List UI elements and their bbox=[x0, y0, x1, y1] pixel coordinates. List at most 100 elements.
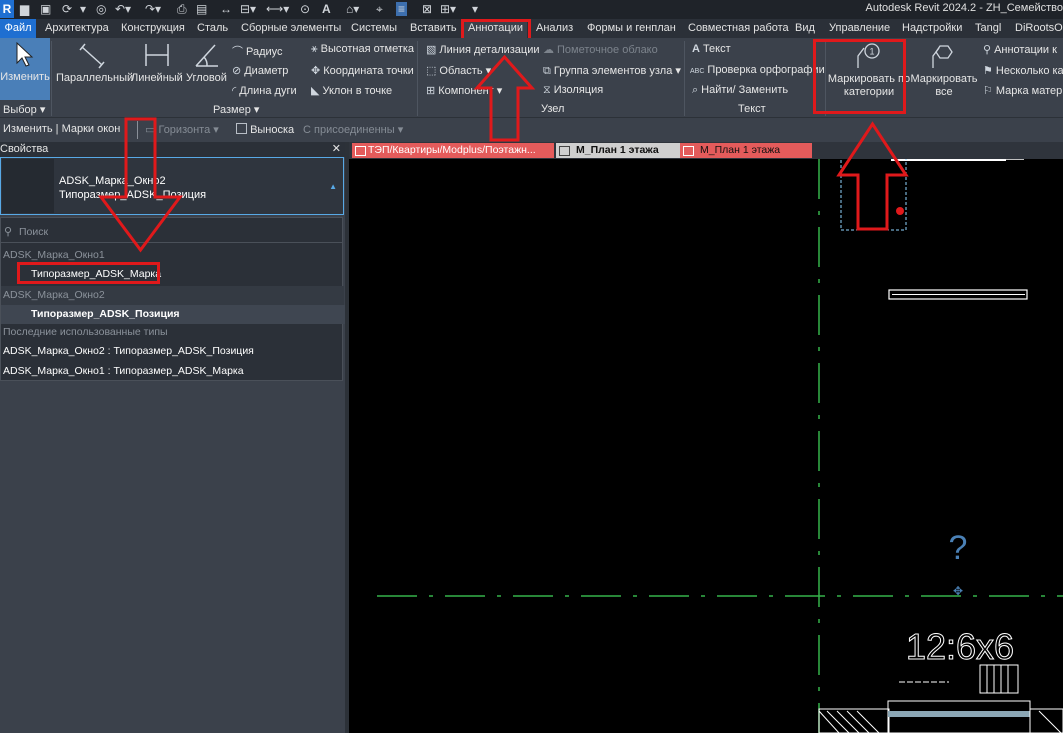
orientation-select[interactable]: ▭ Горизонта ▾ bbox=[145, 123, 219, 136]
panel-separator bbox=[51, 41, 52, 116]
revit-logo-icon[interactable]: R bbox=[0, 0, 14, 18]
save-icon[interactable]: ▣ bbox=[40, 2, 51, 16]
cursor-arrow-icon bbox=[16, 41, 34, 67]
navigation-icon[interactable]: ⌖ bbox=[376, 2, 383, 17]
spot-elevation-button[interactable]: ⚹ Высотная отметка bbox=[311, 43, 414, 56]
tab-view[interactable]: Вид bbox=[795, 19, 815, 38]
type-dropdown: ⚲ Поиск ADSK_Марка_Окно1 Типоразмер_ADSK… bbox=[0, 217, 372, 381]
arc-length-icon: ◜ bbox=[232, 85, 237, 97]
annotation-tag-icon: ⚲ bbox=[983, 44, 992, 56]
spot-coordinate-button[interactable]: ✥ Координата точки bbox=[311, 64, 414, 77]
tape-icon[interactable]: ↔ bbox=[220, 2, 232, 16]
drawing-canvas[interactable]: ? ✥ 12:6x6 bbox=[349, 159, 1063, 733]
tag-all-button[interactable]: Маркировать все bbox=[908, 73, 980, 99]
search-icon: ⚲ bbox=[4, 226, 13, 238]
tab-diroots[interactable]: DiRootsOne bbox=[1015, 19, 1063, 38]
linear-dimension-icon bbox=[145, 44, 169, 66]
detail-line-icon: ▧ bbox=[426, 44, 437, 56]
view-tab[interactable]: М_План 1 этажа bbox=[680, 143, 812, 158]
find-replace-button[interactable]: ⌕ Найти/ Заменить bbox=[692, 84, 788, 97]
home-icon[interactable]: ⌂▾ bbox=[346, 2, 359, 16]
aligned-dimension-icon bbox=[79, 43, 105, 69]
tab-addins[interactable]: Надстройки bbox=[902, 19, 962, 38]
linear-dimension-button[interactable]: Линейный bbox=[131, 72, 183, 84]
customize-quick-access-icon[interactable]: ▾ bbox=[472, 2, 478, 16]
detail-panel-label[interactable]: Узел bbox=[541, 103, 564, 115]
sync-now-icon[interactable]: ◎ bbox=[96, 2, 106, 16]
arc-length-button[interactable]: ◜ Длина дуги bbox=[232, 84, 297, 97]
leader-checkbox[interactable]: Выноска bbox=[236, 123, 294, 136]
properties-title-bar: Свойства ✕ bbox=[0, 142, 345, 157]
measure-icon[interactable]: ▤ bbox=[196, 2, 207, 16]
sync-dropdown-icon[interactable]: ▾ bbox=[80, 2, 86, 16]
aligned-dimension-button[interactable]: Параллельный bbox=[56, 72, 133, 84]
type-preview-image bbox=[2, 159, 54, 213]
print-icon[interactable]: ⎙ bbox=[177, 2, 187, 17]
chevron-up-icon[interactable]: ▲ bbox=[329, 182, 337, 191]
component-icon: ⊞ bbox=[426, 85, 436, 97]
align-icon[interactable]: ⊟▾ bbox=[240, 2, 256, 16]
tab-structure[interactable]: Конструкция bbox=[121, 19, 185, 38]
detail-group-button[interactable]: ⧉ Группа элементов узла ▾ bbox=[543, 64, 681, 78]
angular-dimension-button[interactable]: Угловой bbox=[186, 72, 227, 84]
redo-icon[interactable]: ↷▾ bbox=[145, 2, 161, 16]
orientation-icon: ▭ bbox=[145, 124, 156, 136]
sync-icon[interactable]: ⟳ bbox=[62, 2, 72, 16]
insulation-button[interactable]: ⧖ Изоляция bbox=[543, 84, 603, 97]
text-button[interactable]: A Текст bbox=[692, 43, 731, 55]
tab-architecture[interactable]: Архитектура bbox=[45, 19, 109, 38]
window-dimension-tag: 12:6x6 bbox=[906, 626, 1014, 667]
multi-category-tag-button[interactable]: ⚑ Несколько ка bbox=[983, 64, 1063, 77]
undo-icon[interactable]: ↶▾ bbox=[115, 2, 131, 16]
tab-collaborate[interactable]: Совместная работа bbox=[688, 19, 789, 38]
text-panel-label[interactable]: Текст bbox=[738, 103, 766, 115]
modify-button[interactable]: Изменить bbox=[0, 38, 50, 100]
annotations-button[interactable]: ⚲ Аннотации к bbox=[983, 43, 1057, 56]
type-selector[interactable]: ADSK_Марка_Окно2 Типоразмер_ADSK_Позиция… bbox=[0, 157, 344, 215]
close-icon[interactable]: ✕ bbox=[332, 142, 341, 157]
recent-type-option[interactable]: ADSK_Марка_Окно2 : Типоразмер_ADSK_Позиц… bbox=[1, 342, 344, 361]
view-tab[interactable]: ТЭП/Квартиры/Modplus/Поэтажн... bbox=[352, 143, 554, 158]
tab-precast[interactable]: Сборные элементы bbox=[241, 19, 341, 38]
recent-type-option[interactable]: ADSK_Марка_Окно1 : Типоразмер_ADSK_Марка bbox=[1, 362, 344, 381]
material-tag-button[interactable]: ⚐ Марка матери bbox=[983, 84, 1063, 97]
wall-hatch bbox=[818, 708, 890, 733]
tab-manage[interactable]: Управление bbox=[829, 19, 890, 38]
text-icon[interactable]: A bbox=[322, 2, 331, 16]
title-bar: R ▆ ▣ ⟳ ▾ ◎ ↶▾ ↷▾ ⎙ ▤ ↔ ⊟▾ ⟷▾ ⊙ A ⌂▾ ⌖ ≡… bbox=[0, 0, 1063, 19]
diameter-dimension-button[interactable]: ⊘ Диаметр bbox=[232, 64, 288, 77]
spot-slope-button[interactable]: ◣ Уклон в точке bbox=[311, 84, 392, 97]
tab-massing-site[interactable]: Формы и генплан bbox=[587, 19, 676, 38]
type-option-selected[interactable]: Типоразмер_ADSK_Позиция bbox=[1, 305, 372, 324]
region-button[interactable]: ⬚ Область ▾ bbox=[426, 64, 491, 77]
attached-end-select[interactable]: С присоединенны ▾ bbox=[303, 123, 403, 136]
tab-steel[interactable]: Сталь bbox=[197, 19, 228, 38]
detail-line-button[interactable]: ▧ Линия детализации bbox=[426, 43, 540, 56]
radial-dimension-button[interactable]: ⌒ Радиус bbox=[232, 43, 283, 59]
component-button[interactable]: ⊞ Компонент ▾ bbox=[426, 84, 502, 97]
view-tab-active[interactable]: М_План 1 этажа ✕ bbox=[556, 143, 692, 158]
tab-analyze[interactable]: Анализ bbox=[536, 19, 573, 38]
select-panel-label[interactable]: Выбор ▾ bbox=[3, 103, 45, 116]
options-bar: Изменить | Марки окон ▭ Горизонта ▾ Выно… bbox=[0, 117, 1063, 143]
tab-insert[interactable]: Вставить bbox=[410, 19, 457, 38]
recent-types-header: Последние использованные типы bbox=[3, 326, 168, 338]
open-icon[interactable]: ▆ bbox=[20, 2, 29, 16]
type-search-field[interactable]: ⚲ Поиск bbox=[1, 222, 342, 243]
dimension-panel-label[interactable]: Размер ▾ bbox=[213, 103, 259, 116]
dimension-icon[interactable]: ⟷▾ bbox=[266, 2, 289, 16]
tab-tangl[interactable]: Tangl bbox=[975, 19, 1001, 38]
view-icon bbox=[683, 146, 694, 156]
tag-icon[interactable]: ⊙ bbox=[300, 2, 310, 16]
window-title: Autodesk Revit 2024.2 - ZH_Семейство bbox=[865, 2, 1063, 14]
search-placeholder: Поиск bbox=[19, 226, 49, 238]
close-hidden-icon[interactable]: ⊠ bbox=[422, 2, 432, 16]
spelling-button[interactable]: ABC Проверка орфографии bbox=[690, 64, 825, 76]
tab-file[interactable]: Файл bbox=[0, 19, 36, 38]
region-icon: ⬚ bbox=[426, 65, 437, 77]
switch-windows-icon[interactable]: ⊞▾ bbox=[440, 2, 456, 16]
tab-systems[interactable]: Системы bbox=[351, 19, 397, 38]
thin-lines-icon[interactable]: ≡ bbox=[396, 2, 408, 16]
highlight-tag-by-category bbox=[813, 39, 906, 114]
revision-cloud-button[interactable]: ☁ Пометочное облако bbox=[543, 43, 658, 56]
